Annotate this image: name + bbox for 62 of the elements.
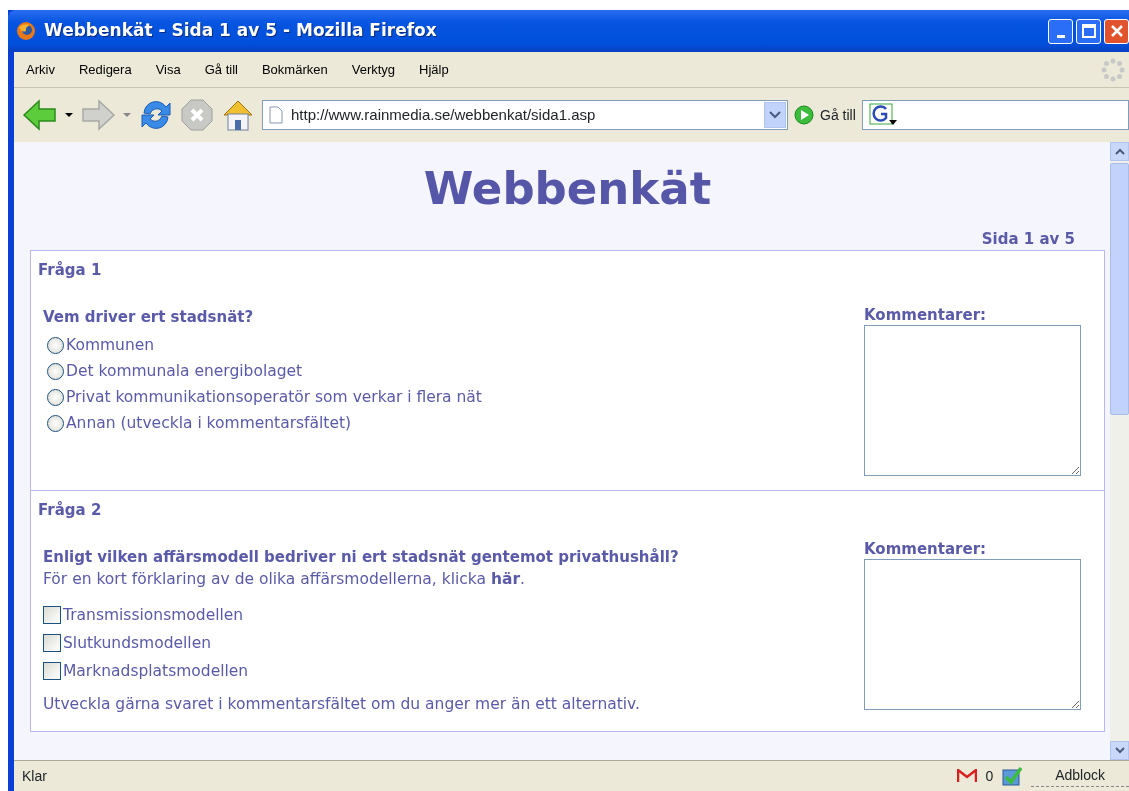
search-engine-icon xyxy=(868,103,897,127)
checkbox[interactable] xyxy=(43,634,61,653)
menu-item[interactable]: Arkiv xyxy=(14,59,67,80)
scroll-up-button[interactable] xyxy=(1110,142,1129,161)
menu-item[interactable]: Visa xyxy=(143,59,193,80)
option-label[interactable]: Slutkundsmodellen xyxy=(63,629,212,658)
close-button[interactable] xyxy=(1104,18,1129,44)
go-button[interactable]: Gå till xyxy=(820,104,856,126)
page-heading: Webbenkät xyxy=(422,164,713,214)
radio-button[interactable] xyxy=(47,336,64,354)
chevron-icon xyxy=(1114,148,1125,155)
comments-field[interactable] xyxy=(864,325,1081,476)
menu-item[interactable]: Gå till xyxy=(192,59,250,80)
mail-count: 0 xyxy=(985,766,994,786)
window-title: Webbenkät - Sida 1 av 5 - Mozilla Firefox xyxy=(44,19,437,43)
caret-icon[interactable] xyxy=(64,112,74,118)
comments-field[interactable] xyxy=(864,559,1081,710)
minimize-button[interactable] xyxy=(1048,18,1073,44)
page-icon xyxy=(269,106,283,124)
chevron-icon xyxy=(1114,747,1125,754)
address-field[interactable]: http://www.rainmedia.se/webbenkat/sida1.asp xyxy=(262,100,788,130)
option-label[interactable]: Privat kommunikationsoperatör som verkar i flera nät xyxy=(66,384,482,410)
adblock-button[interactable]: Adblock xyxy=(1031,765,1129,787)
search-field[interactable] xyxy=(861,100,1129,130)
radio-button[interactable] xyxy=(47,388,64,406)
play-icon[interactable] xyxy=(794,105,814,125)
page-indicator: Sida 1 av 5 xyxy=(980,228,1076,250)
note-text: Utveckla gärna svaret i kommentarsfältet om du anger mer än ett alternativ. xyxy=(42,694,641,716)
question-number: Fråga 1 xyxy=(38,260,103,281)
option-label[interactable]: Marknadsplatsmodellen xyxy=(63,657,249,686)
comments-label: Kommentarer: xyxy=(864,539,988,559)
option-label[interactable]: Annan (utveckla i kommentarsfältet) xyxy=(66,410,352,436)
question-number: Fråga 2 xyxy=(38,500,103,521)
scroll-thumb[interactable] xyxy=(1110,163,1129,415)
throbber-icon xyxy=(1101,57,1125,82)
question-text: Vem driver ert stadsnät? xyxy=(42,306,255,328)
option-label[interactable]: Transmissionsmodellen xyxy=(63,601,244,630)
option-label[interactable]: Kommunen xyxy=(66,332,155,358)
maximize-icon xyxy=(1081,24,1096,38)
option-label[interactable]: Det kommunala energibolaget xyxy=(66,358,303,384)
dropdown-button[interactable] xyxy=(764,102,786,128)
menu-item[interactable]: Hjälp xyxy=(407,59,461,80)
comments-label: Kommentarer: xyxy=(864,305,988,325)
menu-item[interactable]: Bokmärken xyxy=(249,59,340,80)
menu-item[interactable]: Redigera xyxy=(66,59,144,80)
status-text: Klar xyxy=(21,766,47,786)
maximize-button[interactable] xyxy=(1076,18,1101,44)
checkbox[interactable] xyxy=(43,662,61,681)
menu-item[interactable]: Verktyg xyxy=(339,59,408,80)
scroll-down-button[interactable] xyxy=(1110,741,1129,760)
minimize-icon xyxy=(1056,34,1065,38)
checkmark-icon[interactable] xyxy=(1001,765,1024,787)
globe-icon xyxy=(16,21,36,41)
question-text: Enligt vilken affärsmodell bedriver ni ert stadsnät gentemot privathushåll? xyxy=(42,546,680,568)
checkbox[interactable] xyxy=(43,606,61,625)
radio-button[interactable] xyxy=(47,414,64,432)
radio-button[interactable] xyxy=(47,362,64,380)
chevron-icon xyxy=(769,111,781,119)
mail-icon[interactable] xyxy=(957,769,978,783)
back-arrow-icon[interactable] xyxy=(22,98,58,132)
instruction-text: För en kort förklaring av de olika affärsmodellerna, klicka här. xyxy=(42,569,527,590)
close-icon xyxy=(1109,24,1124,38)
